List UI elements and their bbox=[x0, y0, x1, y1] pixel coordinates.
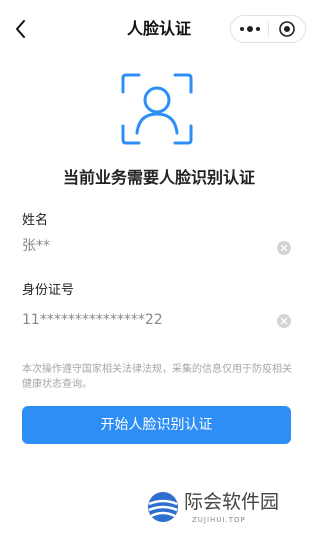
auth-prompt: 当前业务需要人脸识别认证 bbox=[62, 168, 255, 187]
record-circle-icon bbox=[279, 21, 295, 37]
id-number-label: 身份证号 bbox=[22, 283, 75, 298]
more-button[interactable] bbox=[231, 16, 268, 42]
clear-icon bbox=[277, 314, 291, 328]
name-field[interactable]: 张** bbox=[22, 236, 50, 256]
globe-logo-icon bbox=[148, 492, 178, 522]
clear-name-button[interactable] bbox=[277, 240, 291, 255]
mini-program-capsule bbox=[230, 15, 306, 43]
close-button[interactable] bbox=[269, 16, 306, 42]
privacy-notice: 本次操作遵守国家相关法律法规，采集的信息仅用于防疫相关健康状态查询。 bbox=[22, 364, 292, 390]
name-label: 姓名 bbox=[22, 213, 49, 228]
id-number-field[interactable]: 11***************22 bbox=[22, 310, 163, 330]
watermark: 际会软件园 ZUJIHUI.TOP bbox=[118, 480, 318, 536]
nav-bar: 人脸认证 bbox=[0, 0, 318, 58]
clear-id-button[interactable] bbox=[277, 313, 291, 328]
watermark-sub: ZUJIHUI.TOP bbox=[192, 516, 246, 524]
more-dots-icon bbox=[240, 26, 260, 32]
face-scan-icon bbox=[117, 70, 197, 148]
watermark-name: 际会软件园 bbox=[184, 491, 280, 513]
start-face-auth-button[interactable]: 开始人脸识别认证 bbox=[22, 406, 291, 444]
clear-icon bbox=[277, 241, 291, 255]
